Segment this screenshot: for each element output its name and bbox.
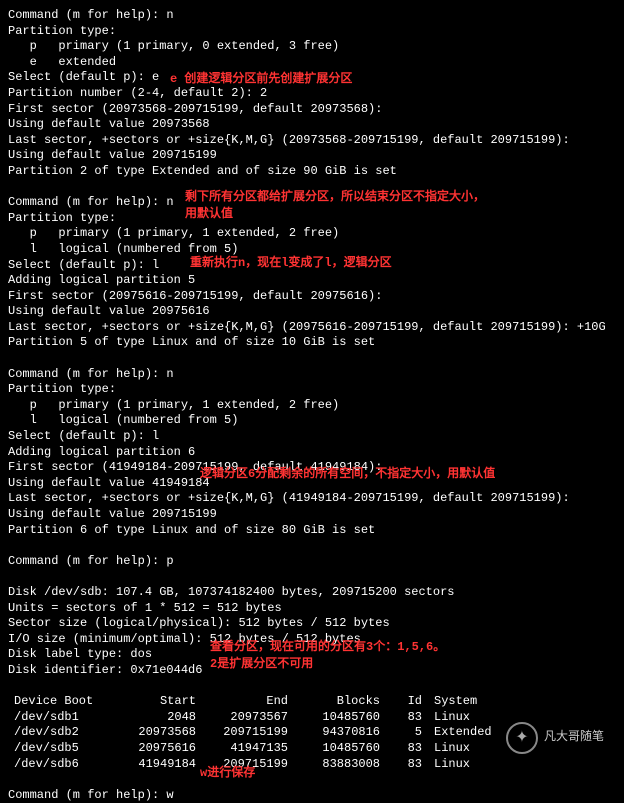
annotation-partition6: 逻辑分区6分配剩余的所有空间，不指定大小，用默认值: [200, 467, 495, 483]
out: Adding logical partition 5: [8, 273, 616, 289]
terminal-output: Command (m for help): n Partition type: …: [8, 8, 616, 803]
out: p primary (1 primary, 1 extended, 2 free…: [8, 398, 616, 414]
out: Using default value 209715199: [8, 148, 616, 164]
blank: [8, 679, 616, 695]
table-row: /dev/sdb220973568209715199943708165Exten…: [8, 725, 510, 741]
table-row: /dev/sdb12048209735671048576083Linux: [8, 710, 510, 726]
out: Partition type:: [8, 382, 616, 398]
cmd-line: Command (m for help): n: [8, 367, 616, 383]
table-row: /dev/sdb6419491842097151998388300883Linu…: [8, 757, 510, 773]
out: Using default value 20973568: [8, 117, 616, 133]
out: Using default value 209715199: [8, 507, 616, 523]
annotation-view: 查看分区，现在可用的分区有3个：1,5,6。: [210, 640, 445, 656]
out: Using default value 20975616: [8, 304, 616, 320]
out: Last sector, +sectors or +size{K,M,G} (4…: [8, 491, 616, 507]
partition-table: Device Boot Start End Blocks Id System /…: [8, 694, 510, 772]
out: Partition type:: [8, 24, 616, 40]
table-header: Device Boot Start End Blocks Id System: [8, 694, 510, 710]
out: Units = sectors of 1 * 512 = 512 bytes: [8, 601, 616, 617]
annotation-remaining-2: 用默认值: [185, 207, 233, 223]
out: Partition 2 of type Extended and of size…: [8, 164, 616, 180]
out: e extended: [8, 55, 616, 71]
out: Adding logical partition 6: [8, 445, 616, 461]
annotation-extended: e 创建逻辑分区前先创建扩展分区: [170, 72, 352, 88]
out: Last sector, +sectors or +size{K,M,G} (2…: [8, 320, 616, 336]
annotation-remaining: 剩下所有分区都给扩展分区，所以结束分区不指定大小，: [185, 190, 485, 206]
out: l logical (numbered from 5): [8, 413, 616, 429]
out: Last sector, +sectors or +size{K,M,G} (2…: [8, 133, 616, 149]
watermark: ✦ 凡大哥随笔: [506, 722, 604, 754]
out: Sector size (logical/physical): 512 byte…: [8, 616, 616, 632]
out: Select (default p): l: [8, 429, 616, 445]
blank: [8, 351, 616, 367]
cmd-line: Command (m for help): w: [8, 788, 616, 803]
out: p primary (1 primary, 1 extended, 2 free…: [8, 226, 616, 242]
out: First sector (20975616-209715199, defaul…: [8, 289, 616, 305]
out: Partition 6 of type Linux and of size 80…: [8, 523, 616, 539]
wechat-icon: ✦: [506, 722, 538, 754]
annotation-view-2: 2是扩展分区不可用: [210, 657, 313, 673]
table-row: /dev/sdb520975616419471351048576083Linux: [8, 741, 510, 757]
out: First sector (20973568-209715199, defaul…: [8, 102, 616, 118]
out: Partition number (2-4, default 2): 2: [8, 86, 616, 102]
watermark-text: 凡大哥随笔: [544, 730, 604, 746]
out: Partition type:: [8, 211, 616, 227]
out: Partition 5 of type Linux and of size 10…: [8, 335, 616, 351]
blank: [8, 538, 616, 554]
cmd-line: Command (m for help): n: [8, 8, 616, 24]
annotation-save: w进行保存: [200, 766, 255, 782]
cmd-line: Command (m for help): p: [8, 554, 616, 570]
out: Disk /dev/sdb: 107.4 GB, 107374182400 by…: [8, 585, 616, 601]
blank: [8, 569, 616, 585]
annotation-logical: 重新执行n，现在l变成了l，逻辑分区: [190, 256, 392, 272]
blank: [8, 772, 616, 788]
out: p primary (1 primary, 0 extended, 3 free…: [8, 39, 616, 55]
